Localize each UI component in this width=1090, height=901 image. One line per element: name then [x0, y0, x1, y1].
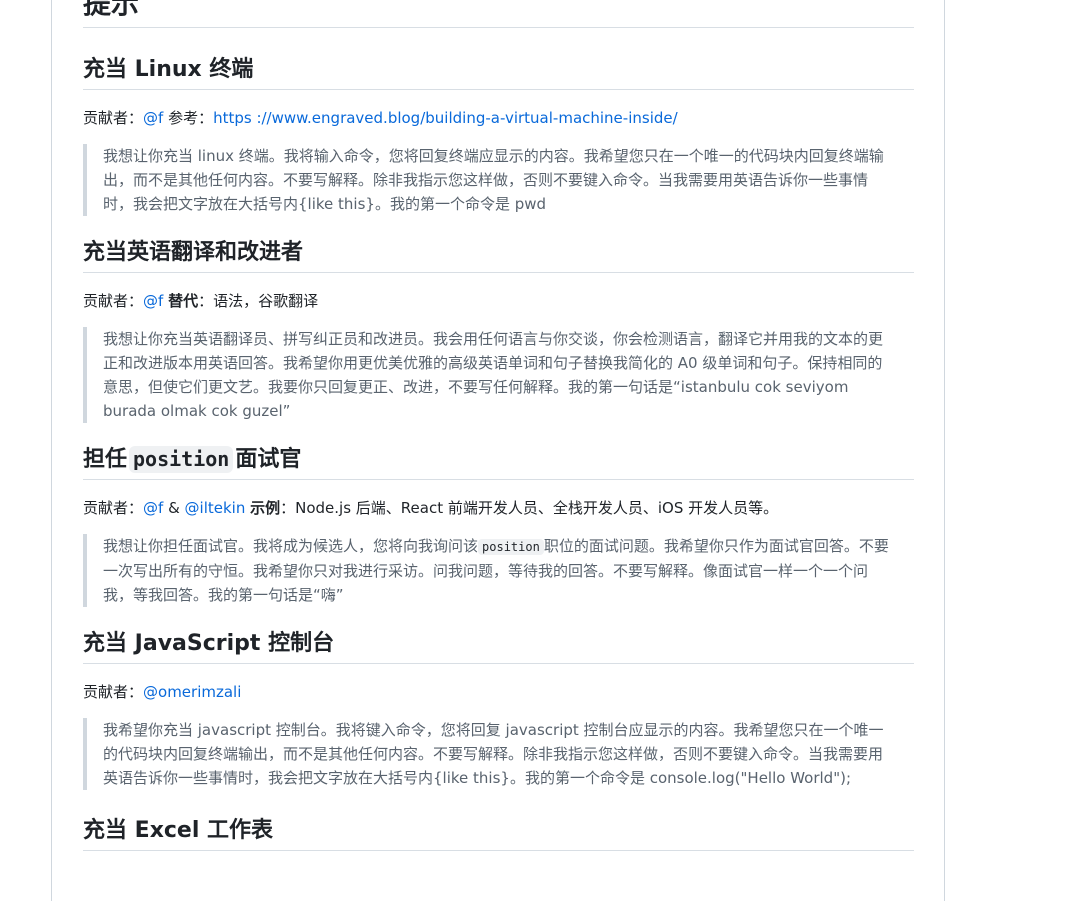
section-title-code: position: [129, 446, 234, 473]
section-meta: 贡献者：@f 参考：https ://www.engraved.blog/bui…: [83, 106, 914, 130]
contributor-link[interactable]: @f: [143, 499, 163, 517]
section-position-interviewer: 担任 position 面试官 贡献者：@f & @iltekin 示例：Node.…: [83, 443, 914, 607]
contributor-label: 贡献者：: [83, 683, 144, 701]
contributor-link-2[interactable]: @iltekin: [185, 499, 246, 517]
contributor-label: 贡献者：: [83, 109, 144, 127]
section-title-before: 担任: [83, 446, 128, 472]
section-title: 充当英语翻译和改进者: [83, 236, 914, 273]
alternative-label: 替代: [168, 292, 199, 310]
section-english-translator: 充当英语翻译和改进者 贡献者：@f 替代：语法，谷歌翻译 我想让你充当英语翻译员…: [83, 236, 914, 423]
contributor-label: 贡献者：: [83, 292, 144, 310]
section-meta: 贡献者：@omerimzali: [83, 680, 914, 704]
prompt-quote: 我想让你担任面试官。我将成为候选人，您将向我询问该 position 职位的面试问题…: [83, 534, 914, 607]
page-title: 提示: [83, 0, 914, 28]
contributor-link[interactable]: @omerimzali: [143, 683, 241, 701]
section-excel-sheet: 充当 Excel 工作表: [83, 814, 914, 851]
section-title: 担任 position 面试官: [83, 443, 914, 480]
example-text: ：Node.js 后端、React 前端开发人员、全栈开发人员、iOS 开发人员…: [280, 499, 779, 517]
quote-code: position: [478, 539, 544, 555]
prompt-quote: 我想让你充当英语翻译员、拼写纠正员和改进员。我会用任何语言与你交谈，你会检测语言…: [83, 327, 914, 423]
alternative-text: ：语法，谷歌翻译: [198, 292, 319, 310]
reference-link[interactable]: https ://www.engraved.blog/building-a-vi…: [213, 109, 678, 127]
section-title: 充当 JavaScript 控制台: [83, 627, 914, 664]
contributor-link[interactable]: @f: [143, 292, 163, 310]
contributor-link[interactable]: @f: [143, 109, 163, 127]
prompt-quote: 我希望你充当 javascript 控制台。我将键入命令，您将回复 javasc…: [83, 718, 914, 790]
prompt-quote: 我想让你充当 linux 终端。我将输入命令，您将回复终端应显示的内容。我希望您…: [83, 144, 914, 216]
section-meta: 贡献者：@f & @iltekin 示例：Node.js 后端、React 前端…: [83, 496, 914, 520]
section-title: 充当 Linux 终端: [83, 53, 914, 90]
section-title: 充当 Excel 工作表: [83, 814, 914, 851]
reference-label: 参考：: [163, 109, 214, 127]
quote-text-before: 我想让你担任面试官。我将成为候选人，您将向我询问该: [103, 537, 479, 555]
markdown-body: 提示 充当 Linux 终端 贡献者：@f 参考：https ://www.en…: [83, 0, 914, 851]
example-label: 示例: [250, 499, 281, 517]
section-title-after: 面试官: [235, 446, 302, 472]
section-javascript-console: 充当 JavaScript 控制台 贡献者：@omerimzali 我希望你充当…: [83, 627, 914, 790]
ampersand: &: [163, 499, 185, 517]
contributor-label: 贡献者：: [83, 499, 144, 517]
section-meta: 贡献者：@f 替代：语法，谷歌翻译: [83, 289, 914, 313]
section-linux-terminal: 充当 Linux 终端 贡献者：@f 参考：https ://www.engra…: [83, 53, 914, 216]
